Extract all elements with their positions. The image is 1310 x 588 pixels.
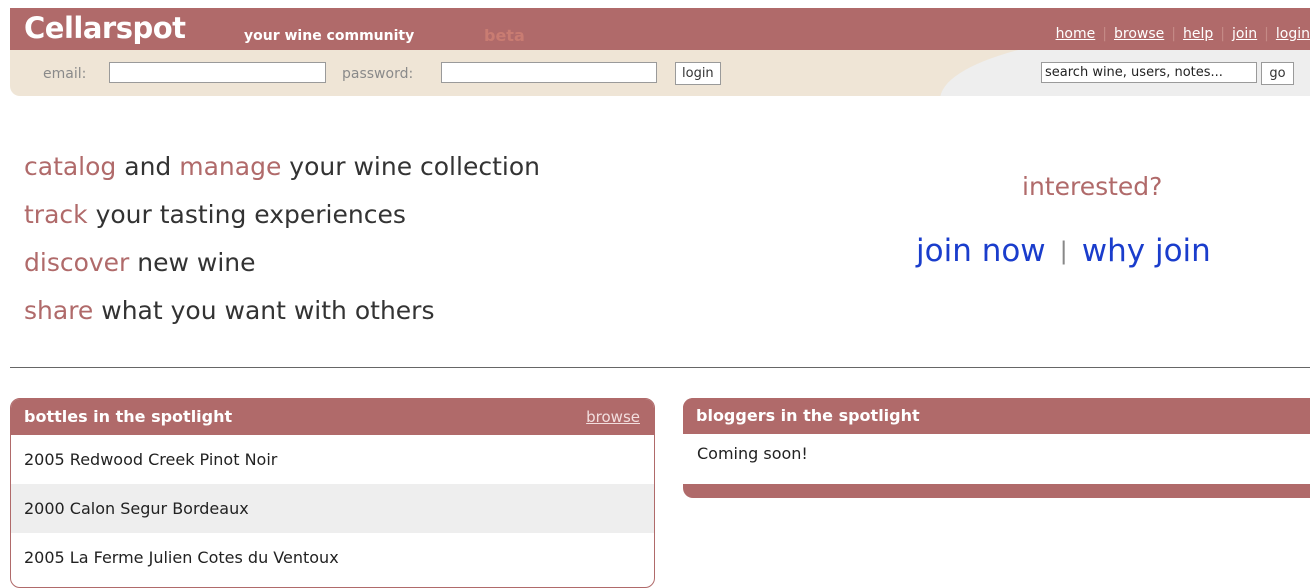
feature-keyword: track xyxy=(24,200,88,229)
bottle-item[interactable]: 2005 La Ferme Julien Cotes du Ventoux xyxy=(11,533,654,582)
email-field[interactable] xyxy=(109,62,326,83)
search-input[interactable] xyxy=(1041,62,1257,83)
nav-separator: | xyxy=(1171,26,1176,42)
nav-separator: | xyxy=(1220,26,1225,42)
header-bar: Cellarspot your wine community beta home… xyxy=(10,8,1310,50)
bloggers-panel-body: Coming soon! xyxy=(683,434,1310,484)
bottles-panel-header: bottles in the spotlight browse xyxy=(11,399,654,435)
feature-line-discover: discover new wine xyxy=(24,239,540,287)
feature-line-catalog: catalog and manage your wine collection xyxy=(24,143,540,191)
nav-browse-link[interactable]: browse xyxy=(1114,26,1164,42)
nav-home-link[interactable]: home xyxy=(1056,26,1096,42)
feature-keyword: discover xyxy=(24,248,130,277)
join-now-link[interactable]: join now xyxy=(916,233,1046,269)
nav-login-link[interactable]: login xyxy=(1276,26,1310,42)
feature-keyword: share xyxy=(24,296,94,325)
login-strip: email: password: login go xyxy=(10,50,1310,96)
nav-separator: | xyxy=(1264,26,1269,42)
bloggers-panel-header: bloggers in the spotlight xyxy=(683,398,1310,434)
feature-line-track: track your tasting experiences xyxy=(24,191,540,239)
nav-join-link[interactable]: join xyxy=(1232,26,1257,42)
login-button[interactable]: login xyxy=(675,62,721,85)
bottles-browse-link[interactable]: browse xyxy=(586,399,640,435)
password-field[interactable] xyxy=(441,62,657,83)
section-divider xyxy=(10,367,1310,368)
site-tagline: your wine community xyxy=(244,28,415,44)
password-label: password: xyxy=(342,66,414,82)
feature-list: catalog and manage your wine collection … xyxy=(24,143,540,335)
feature-keyword: manage xyxy=(179,152,282,181)
bloggers-spotlight-panel: bloggers in the spotlight Coming soon! xyxy=(683,398,1310,498)
nav-help-link[interactable]: help xyxy=(1183,26,1213,42)
join-separator: | xyxy=(1059,237,1068,265)
bottles-panel-title: bottles in the spotlight xyxy=(24,407,233,426)
feature-line-share: share what you want with others xyxy=(24,287,540,335)
feature-text: and xyxy=(116,152,180,181)
feature-keyword: catalog xyxy=(24,152,117,181)
interested-heading: interested? xyxy=(1022,172,1163,201)
feature-text: new wine xyxy=(129,248,256,277)
site-logo[interactable]: Cellarspot xyxy=(24,11,186,45)
beta-badge: beta xyxy=(484,26,525,45)
go-button[interactable]: go xyxy=(1261,62,1294,85)
feature-text: your wine collection xyxy=(281,152,540,181)
nav-separator: | xyxy=(1102,26,1107,42)
bottle-item[interactable]: 2005 Redwood Creek Pinot Noir xyxy=(11,435,654,484)
bottles-spotlight-panel: bottles in the spotlight browse 2005 Red… xyxy=(10,398,655,588)
bloggers-panel-title: bloggers in the spotlight xyxy=(696,406,920,425)
join-links: join now | why join xyxy=(916,233,1211,269)
email-label: email: xyxy=(43,66,87,82)
feature-text: what you want with others xyxy=(93,296,435,325)
feature-text: your tasting experiences xyxy=(87,200,406,229)
top-nav: home | browse | help | join | login xyxy=(1056,26,1310,42)
why-join-link[interactable]: why join xyxy=(1082,233,1211,269)
bottle-item[interactable]: 2000 Calon Segur Bordeaux xyxy=(11,484,654,533)
